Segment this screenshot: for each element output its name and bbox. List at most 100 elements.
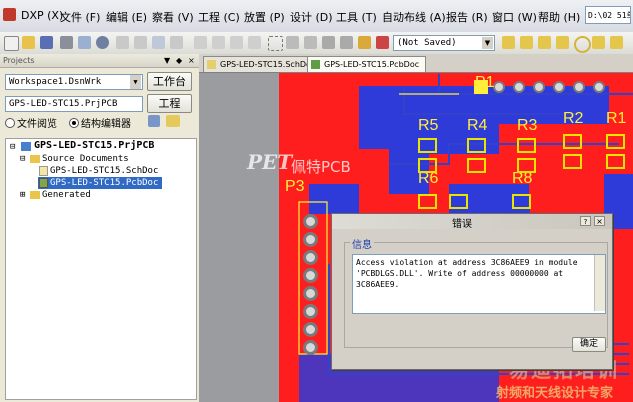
p3-pin-7[interactable] xyxy=(303,322,318,337)
move-icon[interactable] xyxy=(286,36,299,49)
new-icon[interactable] xyxy=(4,36,19,51)
tree-item-pcb[interactable]: GPS-LED-STC15.PcbDoc xyxy=(50,177,158,189)
pad-r1-a[interactable] xyxy=(606,134,625,149)
menu-window[interactable]: 窗口 (W) xyxy=(492,9,537,25)
tree-root-expander[interactable]: ⊟ xyxy=(10,141,15,153)
doc-icon[interactable] xyxy=(148,115,160,127)
print-icon[interactable] xyxy=(60,36,73,49)
via-icon[interactable] xyxy=(538,36,551,49)
pad-r2-b[interactable] xyxy=(563,154,582,169)
pad-r3-a[interactable] xyxy=(517,138,536,153)
menu-design[interactable]: 设计 (D) xyxy=(290,9,333,25)
ok-button[interactable]: 确定 xyxy=(572,337,606,352)
menu-tools[interactable]: 工具 (T) xyxy=(336,9,377,25)
tree-folder-expander[interactable]: ⊟ xyxy=(20,153,25,165)
menu-dxp[interactable]: DXP (X) xyxy=(21,9,63,22)
folder-menu-icon[interactable] xyxy=(166,115,180,127)
tree-root-label[interactable]: GPS-LED-STC15.PrjPCB xyxy=(34,140,154,152)
menu-autoroute[interactable]: 自动布线 (A) xyxy=(382,9,446,25)
p3-pin-8[interactable] xyxy=(303,340,318,355)
rubber-stamp-icon[interactable] xyxy=(248,36,261,49)
select-area-icon[interactable] xyxy=(268,36,283,51)
chevron-down-icon[interactable]: ▼ xyxy=(130,75,141,89)
pad-r2-a[interactable] xyxy=(563,134,582,149)
app-icon[interactable] xyxy=(3,8,16,21)
fill-icon[interactable] xyxy=(592,36,605,49)
close-icon[interactable]: × xyxy=(594,216,605,226)
deselect-icon[interactable] xyxy=(304,36,317,49)
sch-tab-icon xyxy=(207,60,216,69)
pad-r5-a[interactable] xyxy=(418,138,437,153)
p3-pin-6[interactable] xyxy=(303,304,318,319)
pad-r1-b[interactable] xyxy=(606,154,625,169)
check-icon[interactable] xyxy=(170,36,183,49)
undo-icon[interactable] xyxy=(322,36,335,49)
p3-pin-5[interactable] xyxy=(303,286,318,301)
tree-item-sch[interactable]: GPS-LED-STC15.SchDoc xyxy=(50,165,158,177)
menu-edit[interactable]: 编辑 (E) xyxy=(106,9,147,25)
saved-status-label: (Not Saved) xyxy=(397,38,457,48)
p3-pin-3[interactable] xyxy=(303,250,318,265)
dialog-titlebar[interactable]: 错误 ? × xyxy=(332,214,612,230)
project-button[interactable]: 工程 xyxy=(147,94,192,113)
menu-project[interactable]: 工程 (C) xyxy=(198,9,240,25)
open-icon[interactable] xyxy=(22,36,35,49)
preview-icon[interactable] xyxy=(78,36,91,49)
pad-r4-a[interactable] xyxy=(467,138,486,153)
pin-icon[interactable]: ◆ xyxy=(176,54,182,67)
help-icon[interactable]: ? xyxy=(580,216,591,226)
workspace-select[interactable]: Workspace1.DsnWrk ▼ xyxy=(5,74,143,90)
redo-icon[interactable] xyxy=(340,36,353,49)
pad-icon[interactable] xyxy=(556,36,569,49)
info-group-label: 信息 xyxy=(350,236,374,251)
pad-r5-b[interactable] xyxy=(418,158,437,173)
cut-icon[interactable] xyxy=(194,36,207,49)
p3-pin-2[interactable] xyxy=(303,232,318,247)
menu-place[interactable]: 放置 (P) xyxy=(244,9,285,25)
message-scrollbar[interactable] xyxy=(594,255,605,311)
paste-icon[interactable] xyxy=(230,36,243,49)
dropdown-icon[interactable]: ▼ xyxy=(164,54,170,67)
label-p3: P3 xyxy=(285,178,305,195)
tree-folder-label[interactable]: Source Documents xyxy=(42,153,129,165)
saved-status-select[interactable]: (Not Saved) ▼ xyxy=(393,35,495,51)
view-file-radio[interactable] xyxy=(5,118,15,128)
structure-editor-radio[interactable] xyxy=(69,118,79,128)
cross-probe-icon[interactable] xyxy=(376,36,389,49)
menu-view[interactable]: 察看 (V) xyxy=(152,9,194,25)
pad-r4-b[interactable] xyxy=(467,158,486,173)
save-icon[interactable] xyxy=(40,36,53,49)
tree-generated-expander[interactable]: ⊞ xyxy=(20,189,25,201)
tab-pcbdoc[interactable]: GPS-LED-STC15.PcbDoc xyxy=(307,56,427,72)
pencil-icon[interactable] xyxy=(358,36,371,49)
menu-file[interactable]: 文件 (F) xyxy=(60,9,100,25)
zoom-icon[interactable] xyxy=(116,36,129,49)
tab-schdoc[interactable]: GPS-LED-STC15.SchDoc xyxy=(203,56,323,72)
project-field[interactable]: GPS-LED-STC15.PrjPCB xyxy=(5,96,143,112)
close-icon[interactable]: × xyxy=(188,54,195,67)
pad-r6-b[interactable] xyxy=(449,194,468,209)
label-r2: R2 xyxy=(563,110,584,127)
pad-r3-b[interactable] xyxy=(517,158,536,173)
zoom-area-icon[interactable] xyxy=(134,36,147,49)
menu-reports[interactable]: 报告 (R) xyxy=(446,9,488,25)
pad-r6-a[interactable] xyxy=(418,194,437,209)
workspace-button[interactable]: 工作台 xyxy=(147,72,192,91)
pad-r8-a[interactable] xyxy=(512,194,531,209)
p3-pin-1[interactable] xyxy=(303,214,318,229)
select-icon[interactable] xyxy=(152,36,165,49)
interactive-route-icon[interactable] xyxy=(520,36,533,49)
message-box[interactable]: Access violation at address 3C86AEE9 in … xyxy=(352,254,606,314)
path-input[interactable]: D:\02 51单 xyxy=(585,6,631,24)
text-icon[interactable] xyxy=(610,36,623,49)
watermark-logo: PET xyxy=(247,150,293,174)
menu-help[interactable]: 帮助 (H) xyxy=(538,9,580,25)
route-icon[interactable] xyxy=(502,36,515,49)
tree-generated-label[interactable]: Generated xyxy=(42,189,91,201)
arc-icon[interactable] xyxy=(574,36,591,53)
panel-title: Projects xyxy=(3,56,35,65)
p3-pin-4[interactable] xyxy=(303,268,318,283)
chevron-down-icon[interactable]: ▼ xyxy=(482,37,493,49)
settings-icon[interactable] xyxy=(96,36,109,49)
copy-icon[interactable] xyxy=(212,36,225,49)
